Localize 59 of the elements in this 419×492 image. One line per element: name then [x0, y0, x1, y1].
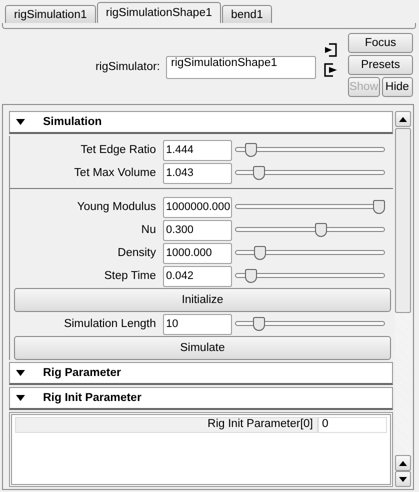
section-title: Simulation — [43, 116, 102, 128]
triangle-down-icon[interactable] — [16, 119, 25, 125]
arrow-out-box-icon[interactable] — [324, 63, 338, 77]
slider-thumb[interactable] — [315, 223, 328, 237]
button[interactable]: Initialize — [14, 288, 391, 312]
field-label: Simulation Length — [62, 318, 157, 330]
slider[interactable] — [235, 268, 385, 284]
slider[interactable] — [235, 245, 385, 261]
scroll-up-button[interactable] — [395, 111, 411, 127]
field-label: Density — [116, 247, 157, 259]
number-field[interactable]: 10 — [163, 314, 232, 334]
arrow-into-box-icon[interactable] — [324, 43, 338, 57]
slider[interactable] — [235, 316, 385, 332]
slider[interactable] — [235, 165, 385, 181]
triangle-up-icon — [399, 116, 407, 122]
slider[interactable] — [235, 142, 385, 158]
number-field[interactable]: 1000000.000 — [163, 196, 232, 218]
slider[interactable] — [235, 199, 385, 215]
number-field[interactable]: 1.444 — [163, 140, 232, 160]
number-field[interactable]: 0.042 — [163, 266, 232, 286]
slider-thumb[interactable] — [244, 269, 257, 283]
table-cell: Rig Init Parameter[0] — [15, 417, 318, 433]
slider-thumb[interactable] — [252, 166, 265, 180]
button[interactable]: Simulate — [14, 336, 391, 360]
triangle-up-icon — [399, 460, 407, 466]
section-title: Rig Parameter — [43, 367, 121, 379]
section-header[interactable]: Rig Init Parameter — [9, 387, 393, 410]
slider-thumb[interactable] — [244, 143, 257, 157]
field-label: Young Modulus — [76, 201, 157, 213]
scroll-up-button[interactable] — [395, 455, 411, 471]
button[interactable]: Presets — [348, 55, 413, 75]
button[interactable]: Hide — [382, 77, 413, 97]
section-title: Rig Init Parameter — [43, 392, 142, 404]
triangle-down-icon[interactable] — [16, 395, 25, 401]
scroll-down-button[interactable] — [395, 471, 411, 487]
tab[interactable]: rigSimulationShape1 — [96, 2, 221, 23]
text-field[interactable]: rigSimulationShape1 — [166, 56, 316, 78]
slider-thumb[interactable] — [254, 246, 266, 260]
slider[interactable] — [235, 222, 385, 238]
field-label: Tet Edge Ratio — [80, 144, 157, 156]
scroll-thumb[interactable] — [395, 128, 411, 313]
field-label: rigSimulator: — [95, 61, 160, 73]
slider-thumb[interactable] — [373, 200, 385, 214]
tab[interactable]: bend1 — [222, 5, 272, 23]
slider-thumb[interactable] — [252, 317, 265, 331]
section-header[interactable]: Rig Parameter — [9, 362, 393, 385]
section-header[interactable]: Simulation — [9, 111, 393, 134]
number-field[interactable]: 0.300 — [163, 220, 232, 240]
scrollbar[interactable] — [395, 111, 411, 487]
field-label: Step Time — [103, 270, 157, 282]
table-cell[interactable]: 0 — [318, 417, 387, 433]
tab[interactable]: rigSimulation1 — [5, 5, 96, 23]
number-field[interactable]: 1000.000 — [163, 242, 232, 264]
number-field[interactable]: 1.043 — [163, 162, 232, 184]
triangle-down-icon[interactable] — [16, 370, 25, 376]
field-label: Nu — [140, 224, 157, 236]
field-label: Tet Max Volume — [73, 167, 157, 179]
button[interactable]: Focus — [348, 33, 413, 53]
triangle-down-icon — [399, 476, 407, 482]
